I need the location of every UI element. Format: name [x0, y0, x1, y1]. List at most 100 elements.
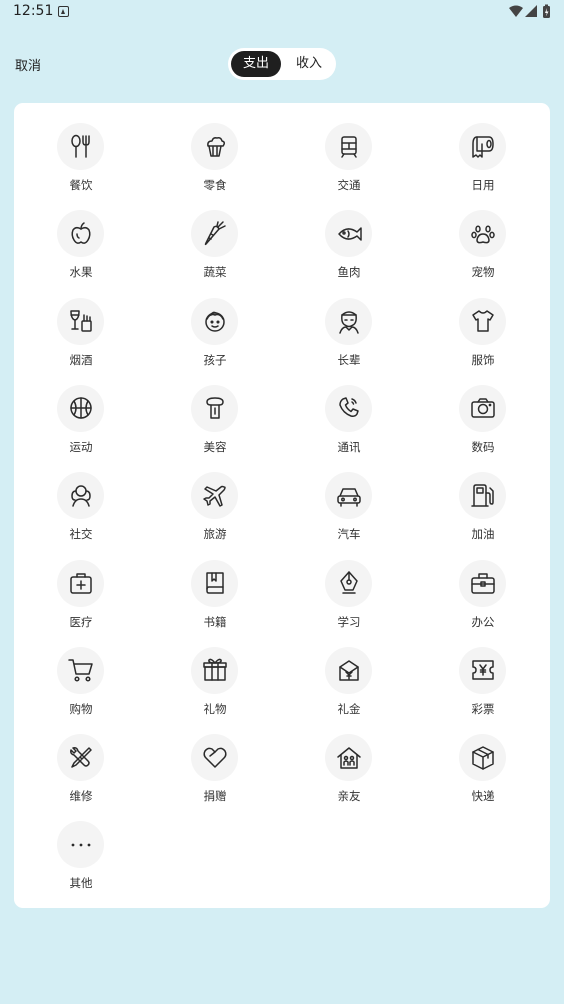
category-label: 其他: [69, 876, 93, 891]
category-label: 孩子: [203, 352, 227, 367]
airplane-icon: [191, 472, 238, 520]
status-time: 12:51: [13, 3, 54, 19]
category-label: 长辈: [337, 352, 361, 367]
category-item[interactable]: 捐赠: [148, 732, 282, 819]
category-item[interactable]: 医疗: [14, 558, 148, 645]
tshirt-icon: [459, 297, 506, 345]
category-label: 加油: [471, 527, 495, 542]
category-label: 捐赠: [203, 789, 227, 804]
category-label: 通讯: [337, 439, 361, 454]
wifi-signal-battery-icon: [509, 4, 550, 18]
fork-spoon-icon: [57, 123, 104, 170]
gift-icon: [191, 646, 238, 694]
category-item[interactable]: 书籍: [148, 558, 282, 645]
category-label: 运动: [69, 439, 93, 454]
category-label: 餐饮: [69, 178, 93, 192]
red-envelope-icon: [325, 646, 372, 694]
category-item[interactable]: 烟酒: [14, 296, 148, 383]
category-item[interactable]: 办公: [416, 558, 550, 645]
people-icon: [57, 472, 104, 520]
car-icon: [325, 472, 372, 520]
package-icon: [459, 734, 506, 782]
category-label: 礼物: [203, 701, 227, 716]
category-label: 日用: [471, 178, 495, 192]
category-item[interactable]: 水果: [14, 208, 148, 295]
category-label: 彩票: [471, 701, 495, 716]
book-icon: [191, 559, 238, 607]
category-label: 亲友: [337, 789, 361, 804]
category-item[interactable]: 维修: [14, 732, 148, 819]
category-label: 旅游: [203, 527, 227, 542]
paw-icon: [459, 210, 506, 258]
category-label: 学习: [337, 614, 361, 629]
status-bar: 12:51: [0, 0, 564, 24]
lottery-ticket-icon: [459, 646, 506, 694]
fish-icon: [325, 210, 372, 258]
tab-income[interactable]: 收入: [284, 51, 334, 77]
category-item[interactable]: 日用: [416, 121, 550, 208]
category-item[interactable]: 长辈: [282, 296, 416, 383]
category-item[interactable]: 学习: [282, 558, 416, 645]
basketball-icon: [57, 384, 104, 432]
category-item[interactable]: 鱼肉: [282, 208, 416, 295]
tab-expense[interactable]: 支出: [231, 51, 281, 77]
wrench-screwdriver-icon: [57, 734, 104, 782]
category-item[interactable]: 其他: [14, 819, 148, 906]
gas-pump-icon: [459, 472, 506, 520]
cancel-button[interactable]: 取消: [15, 55, 41, 74]
category-item[interactable]: 蔬菜: [148, 208, 282, 295]
category-item[interactable]: 社交: [14, 470, 148, 557]
status-icons: [508, 4, 554, 20]
briefcase-icon: [459, 559, 506, 607]
category-item[interactable]: 孩子: [148, 296, 282, 383]
carrot-icon: [191, 210, 238, 258]
category-item[interactable]: 餐饮: [14, 121, 148, 208]
category-item[interactable]: 亲友: [282, 732, 416, 819]
category-item[interactable]: 礼金: [282, 645, 416, 732]
category-label: 办公: [471, 614, 495, 629]
category-label: 医疗: [69, 614, 93, 629]
pen-nib-icon: [325, 559, 372, 607]
category-item[interactable]: 交通: [282, 121, 416, 208]
category-label: 礼金: [337, 701, 361, 716]
category-item[interactable]: 运动: [14, 383, 148, 470]
more-dots-icon: [57, 821, 104, 869]
category-label: 社交: [69, 527, 93, 542]
category-label: 维修: [69, 789, 93, 804]
phone-icon: [325, 384, 372, 432]
category-item[interactable]: 数码: [416, 383, 550, 470]
category-item[interactable]: 服饰: [416, 296, 550, 383]
camera-icon: [459, 384, 506, 432]
category-item[interactable]: 通讯: [282, 383, 416, 470]
cupcake-icon: [191, 123, 238, 170]
category-item[interactable]: 旅游: [148, 470, 282, 557]
category-item[interactable]: 汽车: [282, 470, 416, 557]
category-label: 美容: [203, 439, 227, 454]
category-label: 购物: [69, 701, 93, 716]
category-label: 书籍: [203, 614, 227, 629]
category-label: 快递: [471, 789, 495, 804]
category-label: 交通: [337, 178, 361, 192]
shopping-cart-icon: [57, 646, 104, 694]
category-item[interactable]: 加油: [416, 470, 550, 557]
category-item[interactable]: 彩票: [416, 645, 550, 732]
category-item[interactable]: 购物: [14, 645, 148, 732]
category-label: 服饰: [471, 352, 495, 367]
category-label: 水果: [69, 265, 93, 280]
notification-icon: [58, 6, 69, 17]
category-item[interactable]: 零食: [148, 121, 282, 208]
category-item[interactable]: 礼物: [148, 645, 282, 732]
category-label: 蔬菜: [203, 265, 227, 280]
category-label: 鱼肉: [337, 265, 361, 280]
first-aid-kit-icon: [57, 559, 104, 607]
category-item[interactable]: 宠物: [416, 208, 550, 295]
toilet-paper-icon: [459, 123, 506, 170]
category-label: 汽车: [337, 527, 361, 542]
wine-cigarette-icon: [57, 297, 104, 345]
category-item[interactable]: 美容: [148, 383, 282, 470]
elder-icon: [325, 297, 372, 345]
category-label: 数码: [471, 439, 495, 454]
category-label: 宠物: [471, 265, 495, 280]
lipstick-icon: [191, 384, 238, 432]
category-item[interactable]: 快递: [416, 732, 550, 819]
